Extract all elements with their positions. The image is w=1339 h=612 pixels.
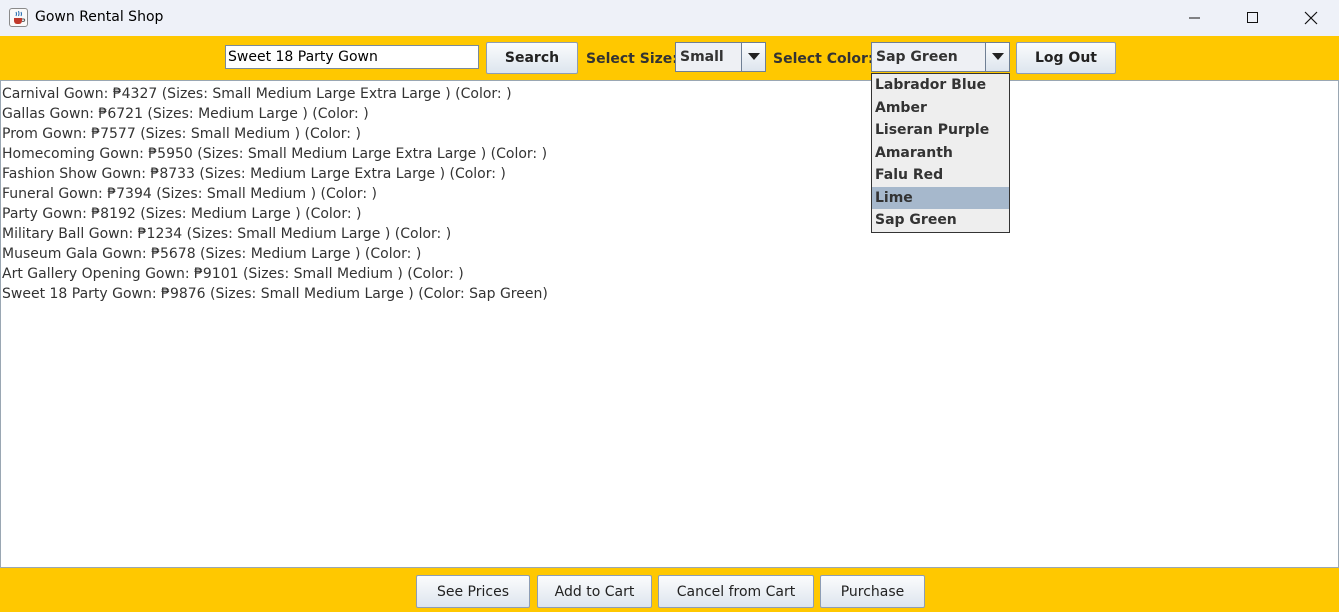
color-option[interactable]: Lime	[872, 186, 1009, 209]
color-label: Select Color:	[773, 51, 874, 67]
color-select[interactable]: Sap Green	[871, 42, 1010, 72]
gown-list: Carnival Gown: ₱4327 (Sizes: Small Mediu…	[2, 84, 548, 304]
search-input[interactable]	[225, 45, 479, 69]
gown-list-item[interactable]: Art Gallery Opening Gown: ₱9101 (Sizes: …	[2, 264, 548, 284]
chevron-down-icon	[747, 53, 760, 60]
gown-list-item[interactable]: Funeral Gown: ₱7394 (Sizes: Small Medium…	[2, 184, 548, 204]
gown-list-item[interactable]: Museum Gala Gown: ₱5678 (Sizes: Medium L…	[2, 244, 548, 264]
gown-list-item[interactable]: Military Ball Gown: ₱1234 (Sizes: Small …	[2, 224, 548, 244]
size-label: Select Size:	[586, 51, 678, 67]
top-toolbar: Search Select Size: Small Select Color: …	[0, 36, 1339, 80]
minimize-icon	[1189, 17, 1200, 19]
gown-list-item[interactable]: Sweet 18 Party Gown: ₱9876 (Sizes: Small…	[2, 284, 548, 304]
close-button[interactable]	[1288, 0, 1334, 36]
gown-list-area[interactable]: Carnival Gown: ₱4327 (Sizes: Small Mediu…	[0, 80, 1339, 568]
color-option[interactable]: Amber	[872, 97, 1009, 120]
color-dropdown-list: Labrador Blue Amber Liseran Purple Amaranth…	[871, 73, 1010, 233]
java-coffee-icon	[9, 8, 28, 27]
logout-button[interactable]: Log Out	[1016, 42, 1116, 74]
add-to-cart-button[interactable]: Add to Cart	[537, 575, 652, 608]
maximize-icon	[1247, 12, 1258, 23]
color-option[interactable]: Liseran Purple	[872, 119, 1009, 142]
color-option[interactable]: Falu Red	[872, 164, 1009, 187]
title-bar: Gown Rental Shop	[0, 0, 1339, 36]
color-option[interactable]: Labrador Blue	[872, 74, 1009, 97]
bottom-toolbar: See Prices Add to Cart Cancel from Cart …	[0, 568, 1339, 612]
gown-list-item[interactable]: Party Gown: ₱8192 (Sizes: Medium Large )…	[2, 204, 548, 224]
app-window: Gown Rental Shop Search Select Size: Sma…	[0, 0, 1339, 612]
color-option[interactable]: Amaranth	[872, 142, 1009, 165]
search-button[interactable]: Search	[486, 42, 578, 74]
cancel-from-cart-button[interactable]: Cancel from Cart	[658, 575, 814, 608]
gown-list-item[interactable]: Homecoming Gown: ₱5950 (Sizes: Small Med…	[2, 144, 548, 164]
color-dropdown-arrow[interactable]	[985, 43, 1009, 71]
close-icon	[1304, 11, 1318, 25]
chevron-down-icon	[991, 53, 1004, 60]
minimize-button[interactable]	[1172, 0, 1218, 36]
gown-list-item[interactable]: Fashion Show Gown: ₱8733 (Sizes: Medium …	[2, 164, 548, 184]
gown-list-item[interactable]: Gallas Gown: ₱6721 (Sizes: Medium Large …	[2, 104, 548, 124]
size-select-value: Small	[680, 49, 724, 65]
color-option[interactable]: Sap Green	[872, 209, 1009, 232]
size-dropdown-arrow[interactable]	[741, 43, 765, 71]
window-title: Gown Rental Shop	[35, 9, 164, 25]
maximize-button[interactable]	[1230, 0, 1276, 36]
color-select-value: Sap Green	[876, 49, 958, 65]
gown-list-item[interactable]: Prom Gown: ₱7577 (Sizes: Small Medium ) …	[2, 124, 548, 144]
gown-list-item[interactable]: Carnival Gown: ₱4327 (Sizes: Small Mediu…	[2, 84, 548, 104]
size-select[interactable]: Small	[675, 42, 766, 72]
see-prices-button[interactable]: See Prices	[416, 575, 530, 608]
purchase-button[interactable]: Purchase	[820, 575, 925, 608]
